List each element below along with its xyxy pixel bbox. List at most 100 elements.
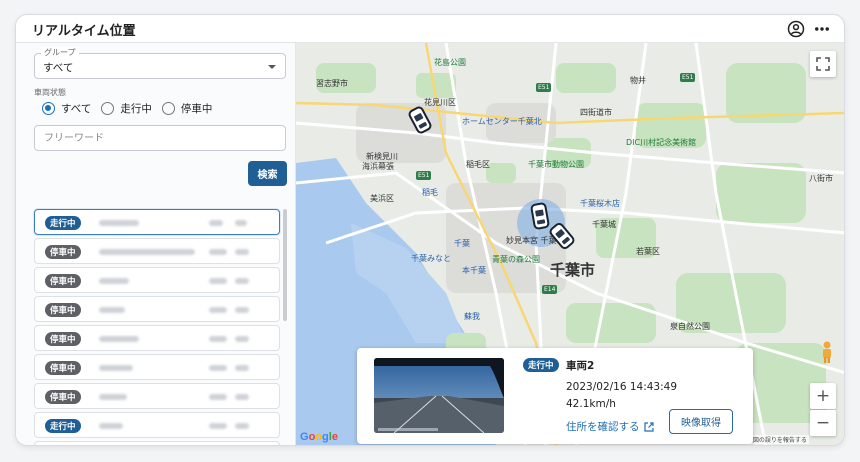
map-label: 千葉城 xyxy=(592,220,616,229)
map-label: 蘇我 xyxy=(464,312,480,321)
google-logo: Google xyxy=(300,431,338,443)
vehicle-state-radios: すべて 走行中 停車中 xyxy=(42,101,212,116)
radio-running[interactable]: 走行中 xyxy=(101,101,152,116)
redacted-text xyxy=(99,365,133,371)
status-badge: 停車中 xyxy=(45,303,81,317)
group-select[interactable]: グループ すべて xyxy=(34,47,286,79)
map-label: 稲毛区 xyxy=(466,160,490,169)
zoom-out-button[interactable]: − xyxy=(810,410,836,436)
redacted-text xyxy=(235,336,249,342)
status-badge: 走行中 xyxy=(523,358,559,372)
redacted-text xyxy=(209,220,223,226)
vehicle-list-item[interactable]: 停車中 xyxy=(34,383,280,409)
map-label: 千葉市 xyxy=(550,261,596,279)
dashcam-thumbnail[interactable] xyxy=(374,358,504,433)
map-label: 千葉桜木店 xyxy=(580,199,620,208)
redacted-text xyxy=(209,336,227,342)
search-button[interactable]: 検索 xyxy=(248,161,287,186)
map-label: 海浜幕張 xyxy=(362,162,394,171)
radio-unchecked-icon[interactable] xyxy=(101,102,115,115)
vehicle-list-item[interactable]: 停車中 xyxy=(34,354,280,380)
redacted-text xyxy=(209,278,227,284)
vehicle-state-label: 車両状態 xyxy=(34,88,66,97)
freeword-field[interactable] xyxy=(34,125,286,151)
map-label: 千葉 xyxy=(454,239,470,248)
radio-stopped[interactable]: 停車中 xyxy=(161,101,213,116)
route-shield: E14 xyxy=(542,285,558,294)
map-label: 若葉区 xyxy=(636,247,660,256)
map-label: 習志野市 xyxy=(316,79,348,88)
vehicle-list-item[interactable]: 停車中 xyxy=(34,267,280,293)
radio-all-label: すべて xyxy=(61,103,92,115)
map-label: 美浜区 xyxy=(370,194,394,203)
group-select-label: グループ xyxy=(41,47,79,58)
map-label: 新検見川 xyxy=(366,152,398,161)
address-link[interactable]: 住所を確認する xyxy=(566,419,654,434)
account-circle-icon[interactable] xyxy=(786,19,806,39)
vehicle-list-item[interactable]: 停車中 xyxy=(34,238,280,264)
app-window: リアルタイム位置 グループ すべて 車両状態 すべて 走行中 停車中 検索 走行… xyxy=(15,14,845,446)
more-horizontal-icon[interactable] xyxy=(812,19,832,39)
vehicle-list-item[interactable]: 停車中 xyxy=(34,296,280,322)
page-title: リアルタイム位置 xyxy=(32,24,136,39)
caret-down-icon xyxy=(268,65,276,69)
map-label: 物井 xyxy=(630,76,646,85)
fullscreen-icon[interactable] xyxy=(810,51,836,77)
address-link-label: 住所を確認する xyxy=(566,421,640,433)
radio-unchecked-icon[interactable] xyxy=(161,102,175,115)
street-view-pegman-icon[interactable] xyxy=(820,341,834,363)
redacted-text xyxy=(209,423,227,429)
map-label: ホームセンター千葉北 xyxy=(462,117,542,126)
redacted-text xyxy=(209,394,227,400)
map-label: 八街市 xyxy=(809,174,833,183)
map-label: 花島公園 xyxy=(434,58,466,67)
status-badge: 停車中 xyxy=(45,332,81,346)
vehicle-list-item[interactable]: 停車中 xyxy=(34,441,280,445)
group-select-value: すべて xyxy=(43,62,74,74)
vehicle-list-item[interactable]: 走行中 xyxy=(34,412,280,438)
vehicle-list-scrollbar[interactable] xyxy=(283,209,287,321)
radio-all[interactable]: すべて xyxy=(42,101,91,116)
radio-checked-icon[interactable] xyxy=(42,102,55,115)
map-label: DIC川村記念美術館 xyxy=(626,138,697,147)
map-label: 稲毛 xyxy=(422,188,438,197)
redacted-text xyxy=(235,365,249,371)
external-link-icon xyxy=(643,421,654,432)
status-badge: 走行中 xyxy=(45,216,81,230)
redacted-text xyxy=(99,220,139,226)
redacted-text xyxy=(99,423,123,429)
map-label: 本千葉 xyxy=(462,266,486,275)
redacted-text xyxy=(235,307,249,313)
redacted-text xyxy=(235,278,249,284)
redacted-text xyxy=(209,249,227,255)
redacted-text xyxy=(235,249,249,255)
vehicle-list-item[interactable]: 走行中 xyxy=(34,209,280,235)
radio-stopped-label: 停車中 xyxy=(180,103,213,115)
filter-panel: グループ すべて 車両状態 すべて 走行中 停車中 検索 走行中停車中停車中停車… xyxy=(16,43,296,445)
redacted-text xyxy=(209,307,227,313)
vehicle-datetime: 2023/02/16 14:43:49 xyxy=(566,381,678,393)
radio-running-label: 走行中 xyxy=(120,103,152,115)
vehicle-speed: 42.1km/h xyxy=(566,398,616,410)
redacted-text xyxy=(209,365,227,371)
redacted-text xyxy=(99,307,125,313)
redacted-text xyxy=(235,394,249,400)
vehicle-info-card: 走行中 車両2 2023/02/16 14:43:49 42.1km/h 住所を… xyxy=(357,348,753,444)
status-badge: 停車中 xyxy=(45,390,81,404)
status-badge: 停車中 xyxy=(45,361,81,375)
map-label: 四街道市 xyxy=(580,108,612,117)
redacted-text xyxy=(235,423,249,429)
status-badge: 停車中 xyxy=(45,245,81,259)
get-video-button[interactable]: 映像取得 xyxy=(669,409,733,434)
zoom-in-button[interactable]: + xyxy=(810,383,836,409)
map-label: 青葉の森公園 xyxy=(492,255,540,264)
status-badge: 走行中 xyxy=(45,419,81,433)
redacted-text xyxy=(99,394,127,400)
vehicle-list-item[interactable]: 停車中 xyxy=(34,325,280,351)
freeword-input[interactable] xyxy=(35,126,285,151)
status-badge: 停車中 xyxy=(45,274,81,288)
redacted-text xyxy=(235,220,247,226)
map-label: 花見川区 xyxy=(424,98,456,107)
map-view[interactable]: 習志野市 花島公園 花見川区 ホームセンター千葉北 四街道市 DIC川村記念美術… xyxy=(296,43,844,445)
redacted-text xyxy=(99,249,195,255)
